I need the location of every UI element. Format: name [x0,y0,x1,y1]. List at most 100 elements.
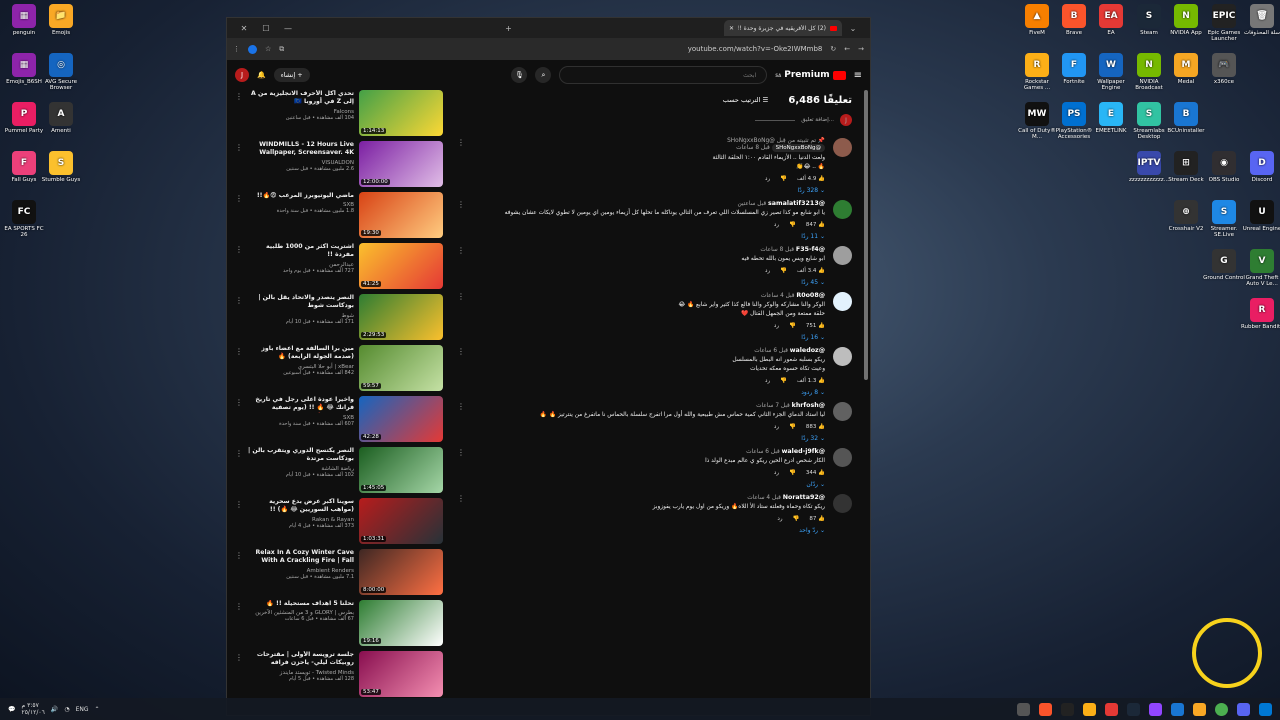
comment-author[interactable]: @samalatif3213 [768,200,825,207]
desktop-icon[interactable]: 🗑 سلة المحذوفات [1240,4,1280,36]
desktop-icon[interactable]: R Rubber Bandits [1240,298,1280,330]
youtube-logo[interactable]: SA Premium [775,70,846,80]
dislike-button[interactable]: 👎 [780,268,787,274]
video-title[interactable]: تحلنا 5 اهداف مستحيلة !! 🔥 [245,600,354,608]
like-button[interactable]: 👍 3.4 ألف [797,268,825,274]
like-button[interactable]: 👍 1.3 ألف [797,378,825,384]
video-menu-icon[interactable]: ⋮ [235,243,245,294]
comment-menu-icon[interactable]: ⋮ [457,138,465,147]
related-video[interactable]: ⋮ Relax In A Cozy Winter Cave With A Cra… [235,549,443,600]
dislike-button[interactable]: 👎 [780,176,787,182]
video-thumbnail[interactable]: 53:47 [359,651,443,697]
commenter-avatar[interactable] [833,245,852,265]
video-thumbnail[interactable]: 1:14:13 [359,90,443,136]
related-video[interactable]: ⋮ جلسة ترويسة الأولى | مقترحات روبيكات ل… [235,651,443,702]
video-title[interactable]: النصر يكتسح الدوري ويتقرب بالن | بودكاست… [245,447,354,464]
back-icon[interactable]: → [858,45,864,53]
video-thumbnail[interactable]: 19:30 [359,192,443,238]
account-avatar[interactable]: J [235,68,249,82]
video-menu-icon[interactable]: ⋮ [235,141,245,192]
replies-toggle[interactable]: ⌄ 32 ردًا [457,435,825,442]
like-button[interactable]: 👍 344 [806,470,825,476]
tray-chevron-icon[interactable]: ⌃ [95,706,100,713]
dislike-button[interactable]: 👎 [789,470,796,476]
minimize-window-icon[interactable]: — [277,24,299,33]
reply-button[interactable]: رد [774,470,779,476]
cast-icon[interactable]: ⧉ [279,45,284,54]
video-title[interactable]: WINDMILLS - 12 Hours Live Wallpaper, Scr… [245,141,354,158]
epic-taskbar-icon[interactable] [1061,702,1074,716]
files-taskbar-icon[interactable] [1171,702,1184,716]
commenter-avatar[interactable] [833,199,852,219]
video-thumbnail[interactable]: 41:25 [359,243,443,289]
replies-toggle[interactable]: ⌄ 328 ردًا [457,187,825,194]
desktop-icon[interactable]: 🎮 x360ce [1202,53,1246,85]
close-window-icon[interactable]: ✕ [233,24,255,33]
related-video[interactable]: ⋮ تحدي أكل الأحرف الانجليزية من A إلى Z … [235,90,443,141]
video-menu-icon[interactable]: ⋮ [235,447,245,498]
video-menu-icon[interactable]: ⋮ [235,651,245,702]
tab-list-icon[interactable]: ⌄ [842,24,864,33]
commenter-avatar[interactable] [833,401,852,421]
clock[interactable]: ٣:٥٧ م ٢٥/١٢/٠٦ [21,702,44,716]
desktop-icon[interactable]: S Stumble Guys [39,151,83,183]
video-thumbnail[interactable]: 19:16 [359,600,443,646]
comment-author[interactable]: @waledoz [790,347,825,354]
replies-toggle[interactable]: ⌄ 8 ردود [457,389,825,396]
notifications-icon[interactable]: 💬 [8,706,15,713]
scrollbar[interactable] [864,90,868,380]
replies-toggle[interactable]: ⌄ ردّان [457,481,825,488]
comment-menu-icon[interactable]: ⋮ [457,347,465,356]
browser-tab[interactable]: (2) كل الأفريقيه في جزيرة وحدة !!... ✕ [723,20,842,36]
related-video[interactable]: ⋮ تحلنا 5 اهداف مستحيلة !! 🔥 بطرس | GLOR… [235,600,443,651]
replies-toggle[interactable]: ⌄ 16 ردًا [457,334,825,341]
dislike-button[interactable]: 👎 [793,516,800,522]
video-thumbnail[interactable]: 1:03:31 [359,498,443,544]
reply-button[interactable]: رد [777,516,782,522]
replies-toggle[interactable]: ⌄ 11 ردًا [457,233,825,240]
menu-dots-icon[interactable]: ⋮ [233,45,240,53]
steam-taskbar-icon[interactable] [1127,702,1140,716]
voice-search-icon[interactable]: 🎙 [511,67,528,83]
rockstar-taskbar-icon[interactable] [1083,702,1096,716]
commenter-avatar[interactable] [833,138,852,157]
comment-author[interactable]: @Noratta92 [783,494,825,501]
video-thumbnail[interactable]: 59:57 [359,345,443,391]
language-indicator[interactable]: ENG [76,706,89,713]
close-tab-icon[interactable]: ✕ [729,25,734,32]
related-video[interactable]: ⋮ سوينا اكبر عرض بدع سحرية (مواهب السوري… [235,498,443,549]
video-menu-icon[interactable]: ⋮ [235,498,245,549]
video-thumbnail[interactable]: 12:00:00 [359,141,443,187]
video-menu-icon[interactable]: ⋮ [235,600,245,651]
reply-button[interactable]: رد [765,268,770,274]
create-button[interactable]: إنشاء + [273,68,310,82]
like-button[interactable]: 👍 847 [806,222,825,228]
app-launcher-icon[interactable] [1017,702,1030,716]
comment-menu-icon[interactable]: ⋮ [457,402,465,411]
url-field[interactable]: youtube.com/watch?v=-Oke2IWMmb8 [688,45,823,53]
reply-button[interactable]: رد [765,378,770,384]
comment-menu-icon[interactable]: ⋮ [457,494,465,503]
video-title[interactable]: واخيراً عودة اعلى رجل في تاريخ فرانك 😂 🔥… [245,396,354,413]
related-video[interactable]: ⋮ النصر يتصدر والاتحاد يقل بالن | بودكاس… [235,294,443,345]
comment-menu-icon[interactable]: ⋮ [457,448,465,457]
related-video[interactable]: ⋮ WINDMILLS - 12 Hours Live Wallpaper, S… [235,141,443,192]
volume-icon[interactable]: 🔊 [51,706,58,713]
maximize-window-icon[interactable]: ☐ [255,24,277,33]
bookmark-star-icon[interactable]: ☆ [265,45,271,53]
video-thumbnail[interactable]: 1:45:05 [359,447,443,493]
desktop-icon[interactable]: B BCUninstaller [1164,102,1208,134]
comment-menu-icon[interactable]: ⋮ [457,292,465,301]
video-title[interactable]: النصر يتصدر والاتحاد يقل بالن | بودكاست … [245,294,354,311]
replies-toggle[interactable]: ⌄ 45 ردًا [457,279,825,286]
related-video[interactable]: ⋮ مين برا السالفة مع اعضاء باوز (صدمة ال… [235,345,443,396]
desktop-icon[interactable]: 📁 Emojis [39,4,83,36]
video-menu-icon[interactable]: ⋮ [235,294,245,345]
start-icon[interactable] [1259,702,1272,716]
replies-toggle[interactable]: ⌄ ردّ واحد [457,527,825,534]
video-menu-icon[interactable]: ⋮ [235,345,245,396]
video-title[interactable]: تحدي أكل الأحرف الانجليزية من A إلى Z في… [245,90,354,107]
extension-icon[interactable] [248,44,257,54]
commenter-avatar[interactable] [833,447,852,467]
related-video[interactable]: ⋮ اشتريت اكثر من 1000 طلبية مفردة !! عبد… [235,243,443,294]
